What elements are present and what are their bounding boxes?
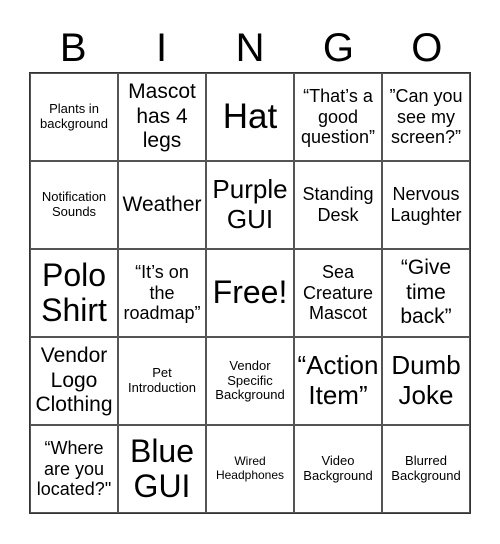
bingo-cell[interactable]: ”Can you see my screen?” [382, 73, 470, 161]
bingo-cell[interactable]: “Give time back” [382, 249, 470, 337]
bingo-cell[interactable]: Purple GUI [206, 161, 294, 249]
bingo-cell[interactable]: Nervous Laughter [382, 161, 470, 249]
bingo-cell[interactable]: Blurred Background [382, 425, 470, 513]
bingo-cell[interactable]: Standing Desk [294, 161, 382, 249]
bingo-cell[interactable]: Weather [118, 161, 206, 249]
bingo-cell[interactable]: Blue GUI [118, 425, 206, 513]
bingo-header: B I N G O [29, 24, 471, 72]
header-letter-o: O [411, 26, 443, 70]
bingo-cell[interactable]: Notification Sounds [30, 161, 118, 249]
bingo-cell[interactable]: Vendor Logo Clothing [30, 337, 118, 425]
header-letter-g: G [322, 26, 354, 70]
bingo-cell[interactable]: Hat [206, 73, 294, 161]
bingo-cell[interactable]: Plants in background [30, 73, 118, 161]
bingo-cell[interactable]: Wired Headphones [206, 425, 294, 513]
bingo-cell[interactable]: Dumb Joke [382, 337, 470, 425]
bingo-cell[interactable]: Vendor Specific Background [206, 337, 294, 425]
header-letter-b: B [59, 26, 87, 70]
bingo-cell[interactable]: “Where are you located?" [30, 425, 118, 513]
bingo-grid: Plants in background Mascot has 4 legs Hat… [29, 72, 471, 514]
bingo-cell[interactable]: “Action Item” [294, 337, 382, 425]
bingo-cell[interactable]: Sea Creature Mascot [294, 249, 382, 337]
bingo-cell[interactable]: Free! [206, 249, 294, 337]
bingo-cell[interactable]: Mascot has 4 legs [118, 73, 206, 161]
bingo-cell[interactable]: Pet Introduction [118, 337, 206, 425]
bingo-cell[interactable]: “That’s a good question” [294, 73, 382, 161]
bingo-cell[interactable]: Video Background [294, 425, 382, 513]
header-letter-i: I [156, 26, 168, 70]
bingo-cell[interactable]: “It’s on the roadmap” [118, 249, 206, 337]
bingo-cell[interactable]: Polo Shirt [30, 249, 118, 337]
header-letter-n: N [235, 26, 265, 70]
